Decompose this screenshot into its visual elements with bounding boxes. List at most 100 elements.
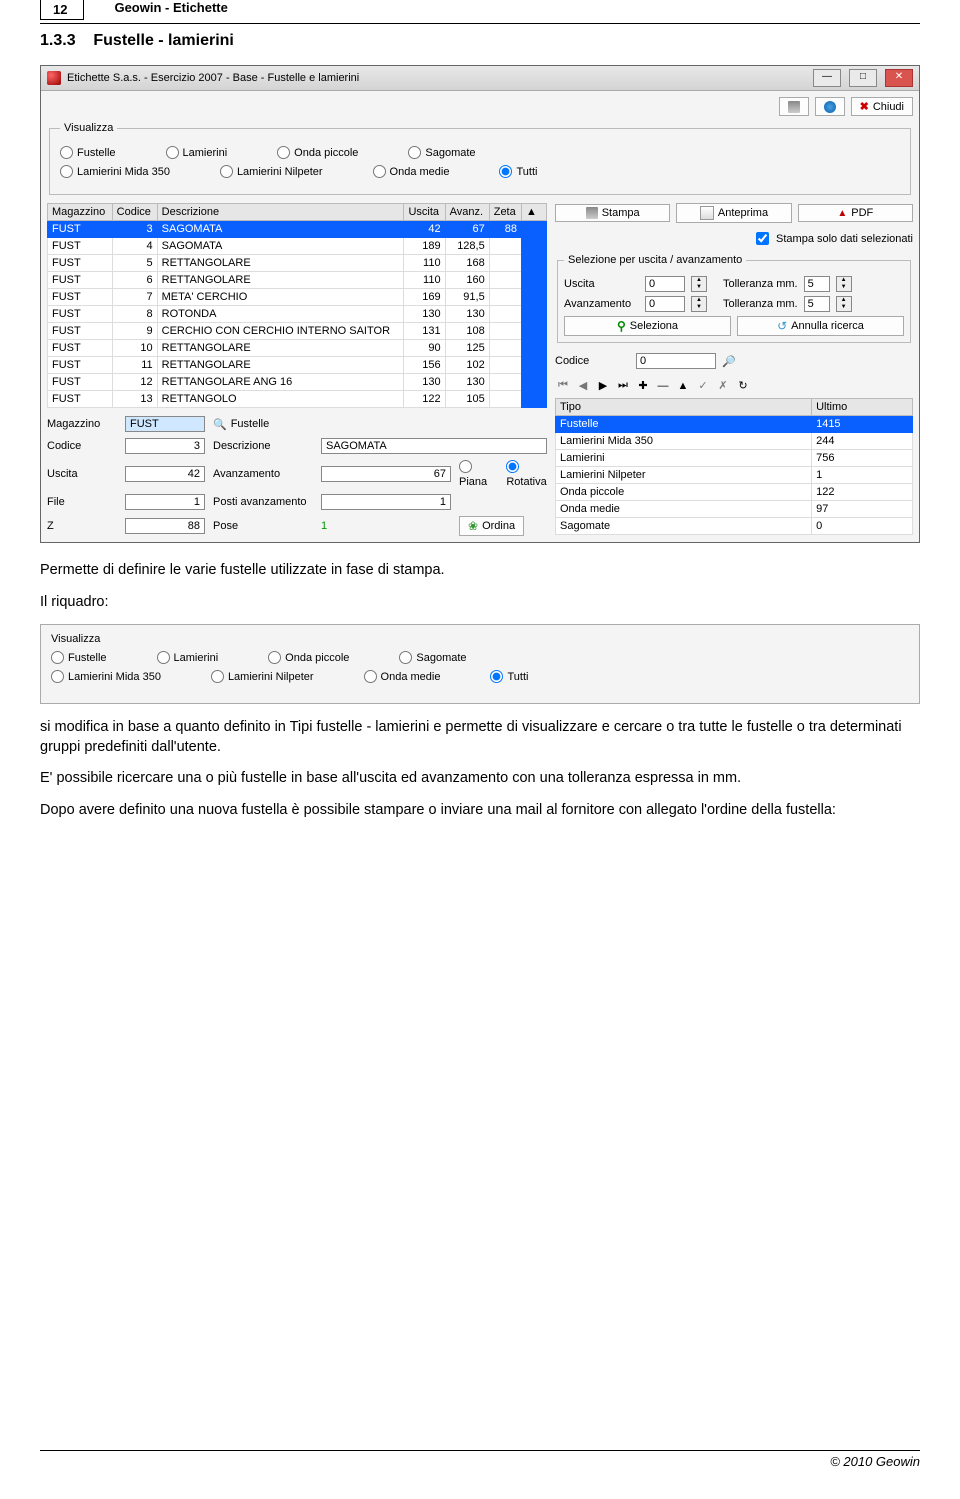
radio-onda-medie[interactable]: Onda medie	[364, 670, 441, 683]
close-icon: ✖	[860, 100, 869, 113]
radio-onda-medie[interactable]: Onda medie	[373, 165, 450, 178]
spinner[interactable]: ▲▼	[836, 276, 852, 292]
pose-value: 1	[321, 520, 451, 532]
col-uscita[interactable]: Uscita	[404, 204, 445, 221]
radio-tutti[interactable]: Tutti	[499, 165, 537, 178]
col-descrizione[interactable]: Descrizione	[157, 204, 404, 221]
maximize-button[interactable]: □	[849, 69, 877, 87]
table-row[interactable]: FUST9CERCHIO CON CERCHIO INTERNO SAITOR1…	[48, 323, 547, 340]
types-grid[interactable]: Tipo Ultimo Fustelle1415Lamierini Mida 3…	[555, 398, 913, 535]
magazzino-value[interactable]: FUST	[125, 416, 205, 432]
table-row[interactable]: FUST7META' CERCHIO16991,5	[48, 289, 547, 306]
col-ultimo[interactable]: Ultimo	[812, 399, 913, 416]
binoculars-icon[interactable]: 🔍	[213, 418, 227, 431]
nav-cancel[interactable]: ✗	[715, 379, 731, 392]
stampa-solo-label: Stampa solo dati selezionati	[776, 233, 913, 245]
pdf-button[interactable]: ▲PDF	[798, 204, 913, 222]
annulla-button[interactable]: ↺Annulla ricerca	[737, 316, 904, 336]
close-button[interactable]: ✖Chiudi	[851, 97, 913, 116]
fustelle-grid[interactable]: Magazzino Codice Descrizione Uscita Avan…	[47, 203, 547, 408]
avanzamento-value[interactable]: 67	[321, 466, 451, 482]
table-row[interactable]: Onda piccole122	[556, 484, 913, 501]
table-row[interactable]: FUST8ROTONDA130130	[48, 306, 547, 323]
nav-prev[interactable]: ◀	[575, 379, 591, 392]
nav-next[interactable]: ▶	[595, 379, 611, 392]
nav-check[interactable]: ✓	[695, 379, 711, 392]
spinner[interactable]: ▲▼	[691, 296, 707, 312]
table-row[interactable]: FUST10RETTANGOLARE90125	[48, 340, 547, 357]
descrizione-value[interactable]: SAGOMATA	[321, 438, 547, 454]
window-close-button[interactable]: ✕	[885, 69, 913, 87]
pose-label: Pose	[213, 520, 313, 532]
preview-icon	[700, 206, 714, 220]
table-row[interactable]: Onda medie97	[556, 501, 913, 518]
sel-toll2-input[interactable]	[804, 296, 830, 312]
posti-value[interactable]: 1	[321, 494, 451, 510]
nav-first[interactable]: ⏮	[555, 379, 571, 392]
radio-piana[interactable]: Piana	[459, 460, 490, 488]
anteprima-button[interactable]: Anteprima	[676, 203, 791, 223]
radio-sagomate[interactable]: Sagomate	[399, 651, 466, 664]
scroll-header: ▲	[522, 204, 547, 221]
info-button[interactable]	[815, 97, 845, 116]
radio-mida350[interactable]: Lamierini Mida 350	[60, 165, 170, 178]
codice-search-input[interactable]	[636, 353, 716, 369]
radio-onda-piccole[interactable]: Onda piccole	[277, 146, 358, 159]
col-tipo[interactable]: Tipo	[556, 399, 812, 416]
scrollbar[interactable]	[522, 221, 547, 408]
radio-fustelle[interactable]: Fustelle	[51, 651, 107, 664]
print-icon	[788, 101, 800, 113]
spinner[interactable]: ▲▼	[691, 276, 707, 292]
table-row[interactable]: Lamierini Mida 350244	[556, 433, 913, 450]
magazzino-label: Magazzino	[47, 418, 117, 430]
radio-tutti[interactable]: Tutti	[490, 670, 528, 683]
ordina-button[interactable]: ❀Ordina	[459, 516, 524, 536]
table-row[interactable]: FUST4SAGOMATA189128,5	[48, 238, 547, 255]
radio-mida350[interactable]: Lamierini Mida 350	[51, 670, 161, 683]
table-row[interactable]: FUST6RETTANGOLARE110160	[48, 272, 547, 289]
nav-up[interactable]: ▲	[675, 380, 691, 392]
uscita-value[interactable]: 42	[125, 466, 205, 482]
col-avanz[interactable]: Avanz.	[445, 204, 489, 221]
seleziona-button[interactable]: ⚲Seleziona	[564, 316, 731, 336]
nav-refresh[interactable]: ↻	[735, 379, 751, 392]
table-row[interactable]: Lamierini756	[556, 450, 913, 467]
table-row[interactable]: FUST3SAGOMATA426788	[48, 221, 547, 238]
codice-value[interactable]: 3	[125, 438, 205, 454]
file-value[interactable]: 1	[125, 494, 205, 510]
section-heading: 1.3.3 Fustelle - lamierini	[40, 32, 920, 50]
radio-sagomate[interactable]: Sagomate	[408, 146, 475, 159]
radio-nilpeter[interactable]: Lamierini Nilpeter	[220, 165, 323, 178]
radio-lamierini[interactable]: Lamierini	[166, 146, 228, 159]
z-value[interactable]: 88	[125, 518, 205, 534]
table-row[interactable]: Fustelle1415	[556, 416, 913, 433]
sel-toll1-input[interactable]	[804, 276, 830, 292]
z-label: Z	[47, 520, 117, 532]
minimize-button[interactable]: —	[813, 69, 841, 87]
radio-nilpeter[interactable]: Lamierini Nilpeter	[211, 670, 314, 683]
table-row[interactable]: FUST11RETTANGOLARE156102	[48, 357, 547, 374]
table-row[interactable]: FUST12RETTANGOLARE ANG 16130130	[48, 374, 547, 391]
stampa-solo-checkbox[interactable]	[756, 232, 769, 245]
sel-avanz-input[interactable]	[645, 296, 685, 312]
col-codice[interactable]: Codice	[112, 204, 157, 221]
nav-remove[interactable]: —	[655, 380, 671, 392]
spinner[interactable]: ▲▼	[836, 296, 852, 312]
sel-uscita-input[interactable]	[645, 276, 685, 292]
print-icon-button[interactable]	[779, 97, 809, 116]
table-row[interactable]: FUST5RETTANGOLARE110168	[48, 255, 547, 272]
table-row[interactable]: Lamierini Nilpeter1	[556, 467, 913, 484]
radio-lamierini[interactable]: Lamierini	[157, 651, 219, 664]
file-label: File	[47, 496, 117, 508]
radio-fustelle[interactable]: Fustelle	[60, 146, 116, 159]
table-row[interactable]: Sagomate0	[556, 518, 913, 535]
table-row[interactable]: FUST13RETTANGOLO122105	[48, 391, 547, 408]
col-zeta[interactable]: Zeta	[489, 204, 521, 221]
binoculars-icon[interactable]: 🔎	[722, 355, 736, 368]
nav-add[interactable]: ✚	[635, 379, 651, 392]
nav-last[interactable]: ⏭	[615, 379, 631, 392]
radio-rotativa[interactable]: Rotativa	[506, 460, 547, 488]
radio-onda-piccole[interactable]: Onda piccole	[268, 651, 349, 664]
col-magazzino[interactable]: Magazzino	[48, 204, 113, 221]
stampa-button[interactable]: Stampa	[555, 204, 670, 222]
